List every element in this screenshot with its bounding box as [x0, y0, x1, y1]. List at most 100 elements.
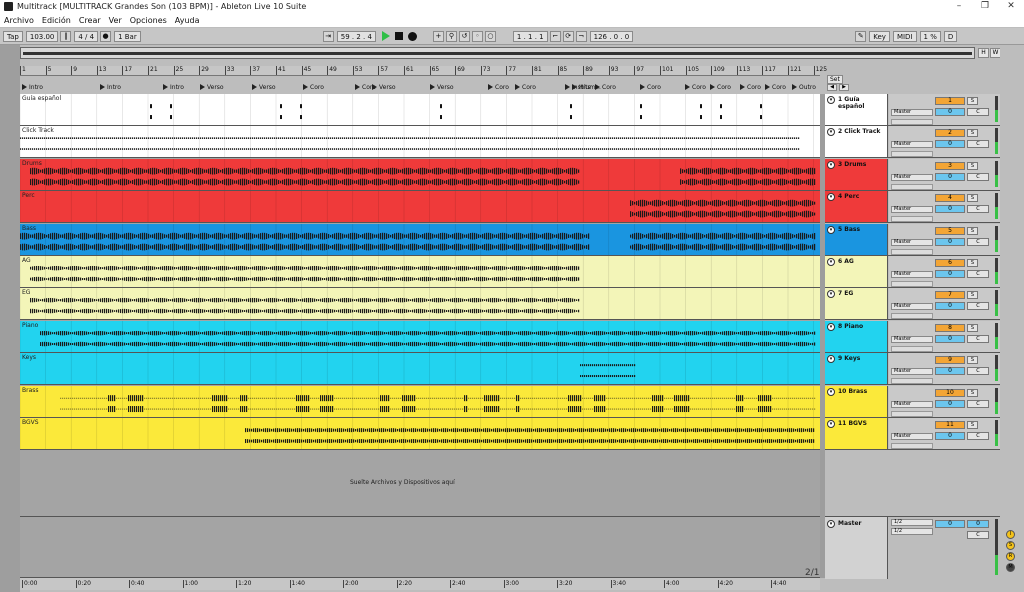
master-pan[interactable]: C: [967, 531, 989, 539]
output-channel-select[interactable]: [891, 119, 933, 125]
locator-intro[interactable]: Intro: [100, 82, 121, 92]
fold-icon[interactable]: ▾: [827, 193, 835, 201]
locator-hits[interactable]: Hits: [572, 82, 591, 92]
volume-field[interactable]: 0: [935, 432, 965, 440]
fold-icon[interactable]: ▾: [827, 323, 835, 331]
volume-field[interactable]: 0: [935, 205, 965, 213]
master-output-select[interactable]: 1/2: [891, 519, 933, 526]
loop-icon[interactable]: ⟳: [562, 30, 574, 42]
locator-verso[interactable]: Verso: [372, 82, 396, 92]
maximize-button[interactable]: ❐: [972, 0, 998, 13]
solo-button[interactable]: S: [967, 324, 978, 332]
pan-field[interactable]: C: [967, 140, 989, 148]
arrangement-overview[interactable]: [20, 47, 975, 59]
metronome-icon[interactable]: ●: [100, 30, 112, 42]
pan-field[interactable]: C: [967, 173, 989, 181]
output-routing-select[interactable]: Master: [891, 239, 933, 246]
output-channel-select[interactable]: [891, 313, 933, 319]
loop-start-field[interactable]: 1 . 1 . 1: [512, 30, 548, 42]
io-toggle-icon[interactable]: I: [1006, 530, 1015, 539]
track-activator-button[interactable]: 2: [935, 129, 965, 137]
volume-field[interactable]: 0: [935, 238, 965, 246]
capture-icon[interactable]: ◦: [471, 30, 483, 42]
locator-verso[interactable]: Verso: [200, 82, 224, 92]
track-activator-button[interactable]: 6: [935, 259, 965, 267]
loop-length-field[interactable]: 126 . 0 . 0: [589, 30, 634, 42]
position-field[interactable]: 59 . 2 . 4: [336, 30, 376, 42]
solo-button[interactable]: S: [967, 421, 978, 429]
output-routing-select[interactable]: Master: [891, 433, 933, 440]
volume-field[interactable]: 0: [935, 173, 965, 181]
track-name-box[interactable]: ▾ 6 AG: [825, 256, 888, 287]
locator-verso[interactable]: Verso: [252, 82, 276, 92]
track-lane-bgvs[interactable]: BGVS: [20, 418, 820, 450]
fold-icon[interactable]: ▾: [827, 258, 835, 266]
solo-button[interactable]: S: [967, 356, 978, 364]
fold-icon[interactable]: ▾: [827, 355, 835, 363]
prev-locator-icon[interactable]: ◀: [827, 84, 837, 91]
volume-field[interactable]: 0: [935, 302, 965, 310]
session-record-icon[interactable]: ○: [484, 30, 496, 42]
volume-field[interactable]: 0: [935, 335, 965, 343]
locator-coro[interactable]: Coro: [595, 82, 616, 92]
track-activator-button[interactable]: 4: [935, 194, 965, 202]
volume-field[interactable]: 0: [935, 367, 965, 375]
punch-out-icon[interactable]: ¬: [575, 30, 587, 42]
track-name-box[interactable]: ▾ 5 Bass: [825, 224, 888, 255]
volume-field[interactable]: 0: [935, 400, 965, 408]
track-activator-button[interactable]: 1: [935, 97, 965, 105]
fold-icon[interactable]: ▾: [827, 161, 835, 169]
reenable-automation-icon[interactable]: ↺: [458, 30, 470, 42]
locator-coro[interactable]: Coro: [710, 82, 731, 92]
output-channel-select[interactable]: [891, 346, 933, 352]
play-icon[interactable]: [381, 31, 390, 41]
output-channel-select[interactable]: [891, 216, 933, 222]
track-name-box[interactable]: ▾ 11 BGVS: [825, 418, 888, 449]
time-signature-field[interactable]: 4 / 4: [74, 30, 99, 42]
output-routing-select[interactable]: Master: [891, 174, 933, 181]
pan-field[interactable]: C: [967, 335, 989, 343]
arrangement-view[interactable]: Suelte Archivos y Dispositivos aquí Guía…: [20, 94, 820, 516]
output-channel-select[interactable]: [891, 281, 933, 287]
set-locator-button[interactable]: Set: [827, 75, 843, 84]
fold-icon[interactable]: ▾: [827, 290, 835, 298]
tempo-field[interactable]: 103.00: [25, 30, 59, 42]
pan-field[interactable]: C: [967, 302, 989, 310]
time-ruler[interactable]: 0:00 0:20 0:40 1:00 1:20 1:40 2:00 2:20 2:40 3:00…: [20, 578, 820, 590]
output-channel-select[interactable]: [891, 411, 933, 417]
locator-intro[interactable]: Intro: [163, 82, 184, 92]
locator-coro[interactable]: Coro: [740, 82, 761, 92]
fold-icon[interactable]: ▾: [827, 128, 835, 136]
locator-verso[interactable]: Verso: [430, 82, 454, 92]
track-name-box[interactable]: ▾ 1 Guía español: [825, 94, 888, 125]
track-name-box[interactable]: ▾ 3 Drums: [825, 159, 888, 190]
output-channel-select[interactable]: [891, 184, 933, 190]
track-activator-button[interactable]: 10: [935, 389, 965, 397]
solo-button[interactable]: S: [967, 389, 978, 397]
output-channel-select[interactable]: [891, 151, 933, 157]
close-button[interactable]: ✕: [998, 0, 1024, 13]
sends-toggle-icon[interactable]: S: [1006, 541, 1015, 550]
volume-field[interactable]: 0: [935, 270, 965, 278]
output-routing-select[interactable]: Master: [891, 401, 933, 408]
optimize-height-button[interactable]: H: [978, 48, 989, 58]
next-locator-icon[interactable]: ▶: [839, 84, 849, 91]
output-routing-select[interactable]: Master: [891, 271, 933, 278]
track-name-box[interactable]: ▾ 9 Keys: [825, 353, 888, 384]
solo-button[interactable]: S: [967, 129, 978, 137]
track-name-box[interactable]: ▾ 4 Perc: [825, 191, 888, 222]
track-activator-button[interactable]: 8: [935, 324, 965, 332]
volume-field[interactable]: 0: [935, 140, 965, 148]
output-routing-select[interactable]: Master: [891, 336, 933, 343]
track-lane-ag[interactable]: AG: [20, 256, 820, 288]
track-lane-guaespaol[interactable]: Guía español: [20, 94, 820, 126]
track-activator-button[interactable]: 11: [935, 421, 965, 429]
menu-ver[interactable]: Ver: [109, 16, 122, 25]
menu-archivo[interactable]: Archivo: [4, 16, 34, 25]
pan-field[interactable]: C: [967, 108, 989, 116]
track-activator-button[interactable]: 5: [935, 227, 965, 235]
output-routing-select[interactable]: Master: [891, 368, 933, 375]
track-lane-bass[interactable]: Bass: [20, 224, 820, 256]
locator-outro[interactable]: Outro: [792, 82, 816, 92]
midi-map-button[interactable]: MIDI: [892, 30, 917, 42]
